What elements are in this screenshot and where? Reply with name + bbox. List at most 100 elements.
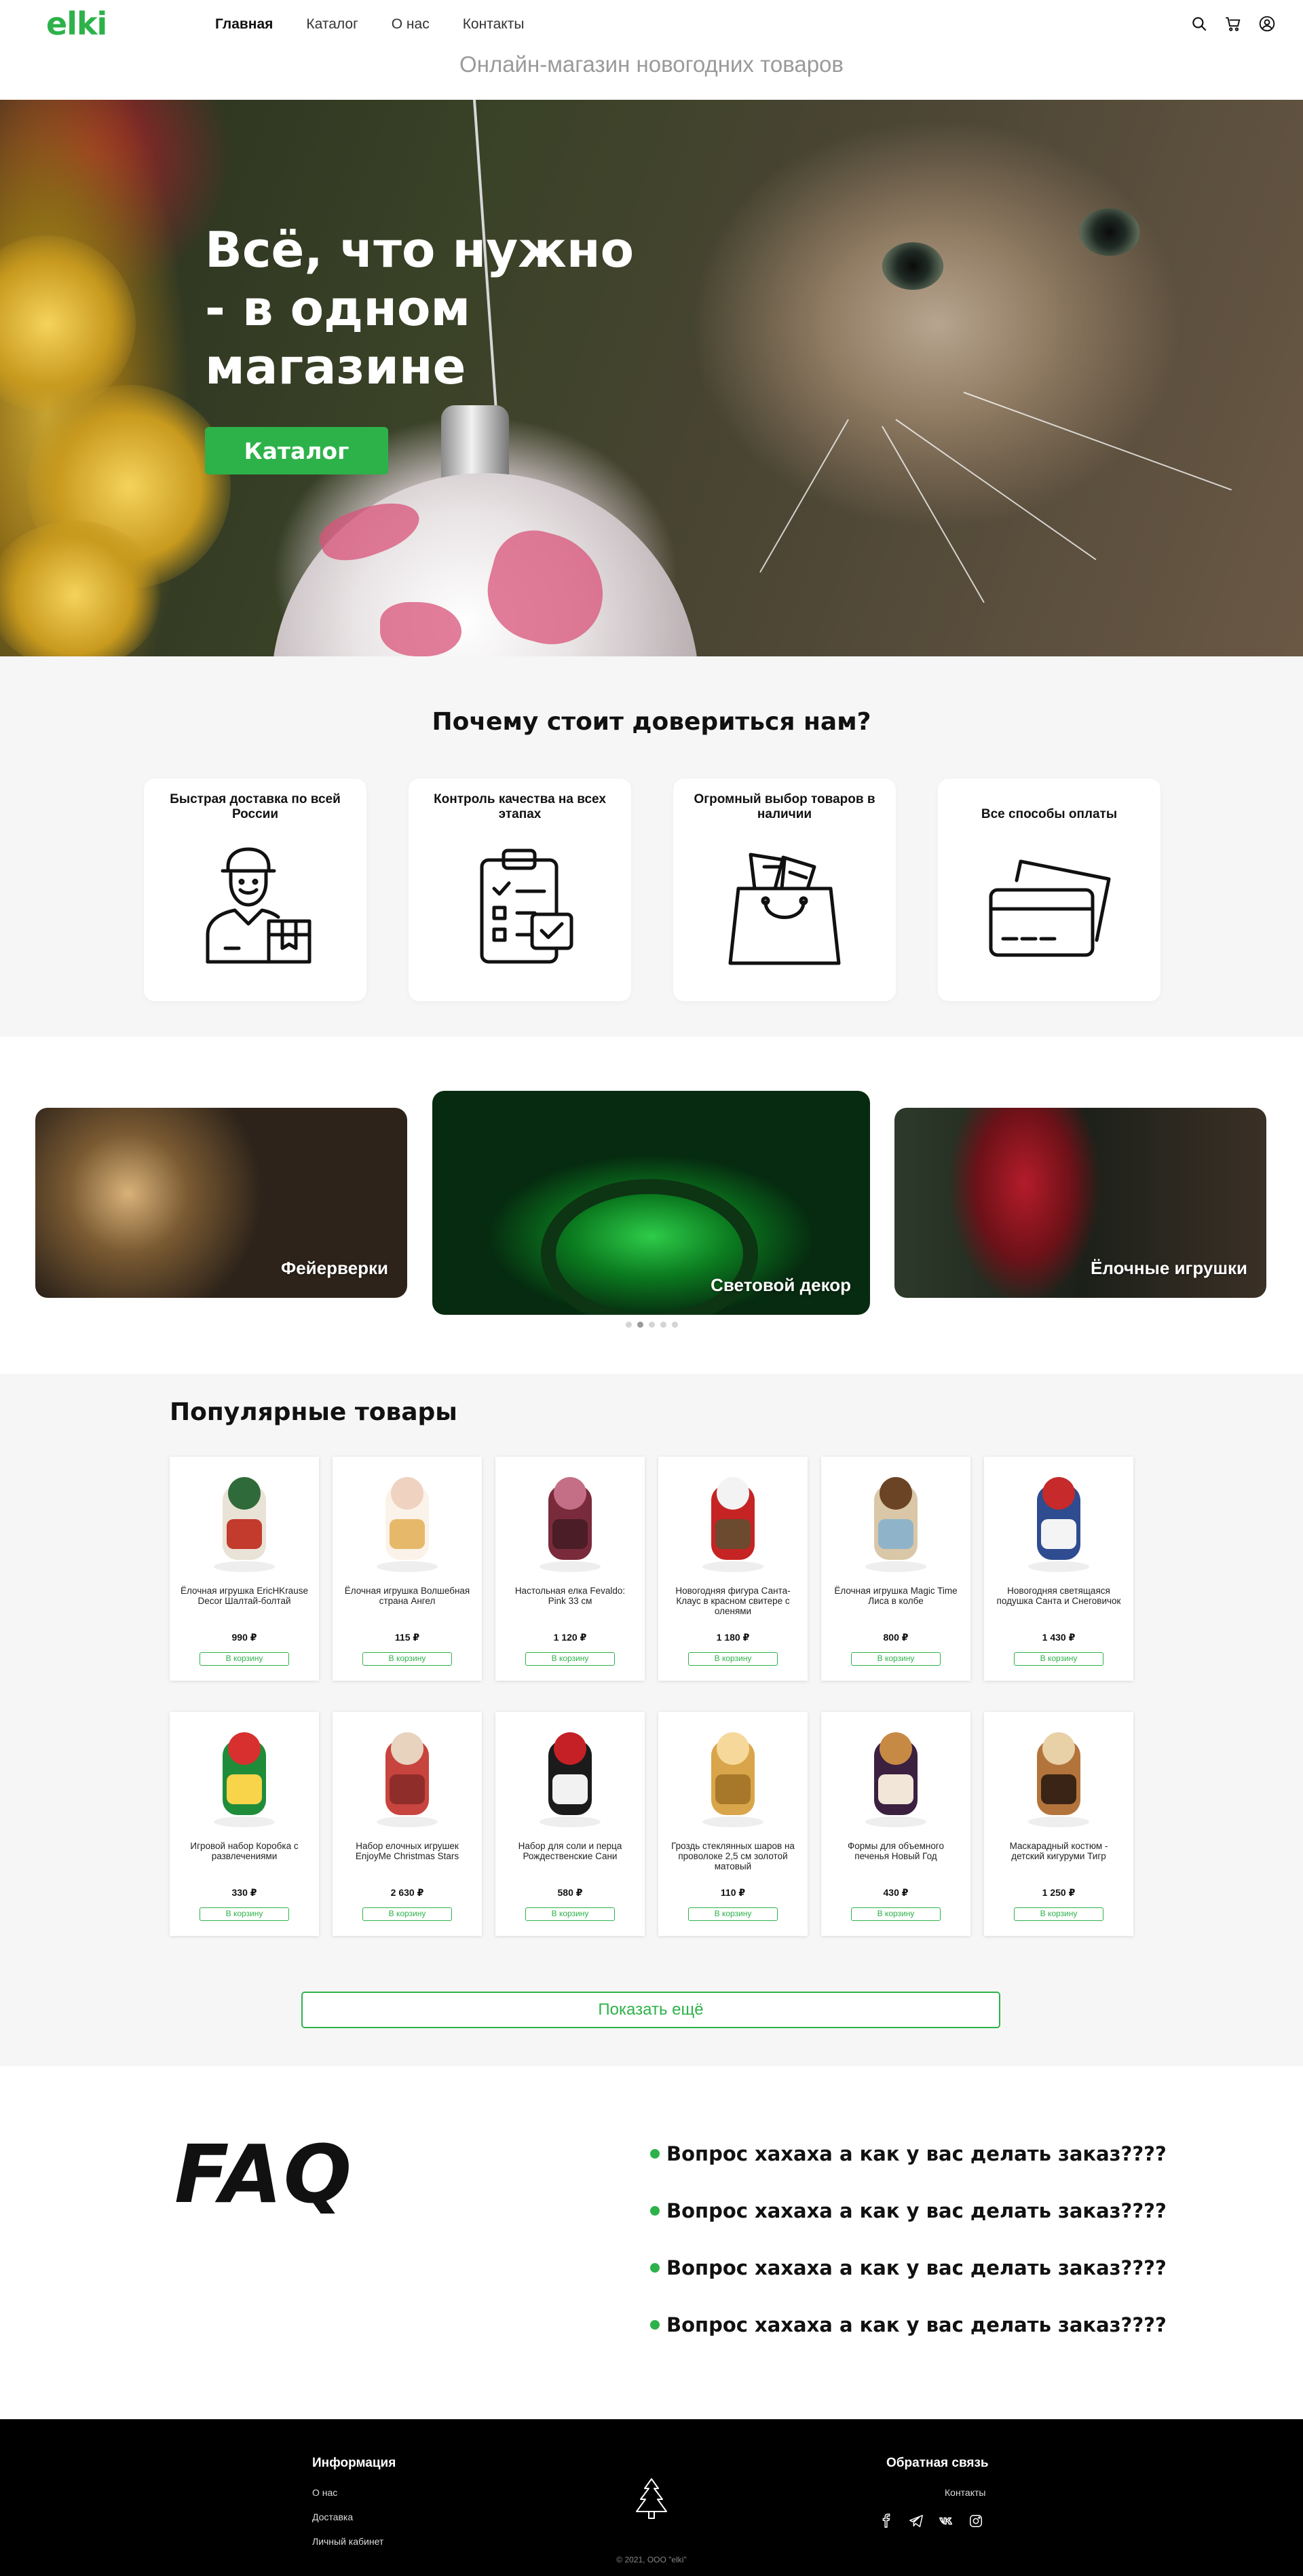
product-name[interactable]: Ёлочная игрушка Magic Time Лиса в колбе bbox=[831, 1586, 961, 1618]
nav-item-contacts[interactable]: Контакты bbox=[463, 16, 525, 33]
nutcracker-toy-image[interactable] bbox=[197, 1465, 292, 1577]
santa-figure-image[interactable] bbox=[685, 1465, 780, 1577]
nav-item-catalog[interactable]: Каталог bbox=[306, 16, 358, 33]
santa-pillow-image[interactable] bbox=[1011, 1465, 1106, 1577]
add-to-cart-button[interactable]: В корзину bbox=[851, 1907, 941, 1921]
footer-feedback-title: Обратная связь bbox=[886, 2456, 989, 2470]
product-name[interactable]: Новогодняя светящаяся подушка Санта и Сн… bbox=[994, 1586, 1124, 1618]
telegram-icon[interactable] bbox=[909, 2514, 924, 2528]
product-card[interactable]: Гроздь стеклянных шаров на проволоке 2,5… bbox=[658, 1712, 808, 1936]
faq-question[interactable]: Вопрос хахаха а как у вас делать заказ??… bbox=[650, 2199, 1167, 2222]
add-to-cart-button[interactable]: В корзину bbox=[200, 1907, 289, 1921]
slide-tree-toys[interactable]: Ёлочные игрушки bbox=[894, 1108, 1266, 1298]
slide-label: Ёлочные игрушки bbox=[1091, 1258, 1247, 1278]
add-to-cart-button[interactable]: В корзину bbox=[362, 1907, 452, 1921]
product-name[interactable]: Формы для объемного печенья Новый Год bbox=[831, 1841, 961, 1873]
user-icon[interactable] bbox=[1258, 15, 1276, 33]
product-price: 580 ₽ bbox=[557, 1887, 583, 1898]
carousel-dot[interactable] bbox=[625, 1322, 632, 1328]
footer-link-contacts[interactable]: Контакты bbox=[945, 2487, 985, 2498]
add-to-cart-button[interactable]: В корзину bbox=[1014, 1652, 1103, 1666]
feature-title: Огромный выбор товаров в наличии bbox=[694, 792, 875, 821]
faq-question[interactable]: Вопрос хахаха а как у вас делать заказ??… bbox=[650, 2256, 1167, 2279]
game-box-image[interactable] bbox=[197, 1720, 292, 1832]
product-card[interactable]: Настольная елка Fevaldo: Pink 33 см 1 120… bbox=[495, 1457, 645, 1681]
hero-banner: Всё, что нужно - в одном магазине Катало… bbox=[0, 100, 1303, 656]
feature-card-quality: Контроль качества на всех этапах bbox=[409, 779, 631, 1001]
add-to-cart-button[interactable]: В корзину bbox=[362, 1652, 452, 1666]
product-card[interactable]: Игровой набор Коробка с развлечениями 330… bbox=[170, 1712, 319, 1936]
product-name[interactable]: Новогодняя фигура Санта-Клаус в красном … bbox=[668, 1586, 798, 1618]
tiger-costume-image[interactable] bbox=[1011, 1720, 1106, 1832]
feature-card-delivery: Быстрая доставка по всей России bbox=[144, 779, 366, 1001]
footer-link-delivery[interactable]: Доставка bbox=[312, 2512, 353, 2522]
fox-in-flask-image[interactable] bbox=[848, 1465, 943, 1577]
catalog-button[interactable]: Каталог bbox=[205, 427, 388, 474]
product-name[interactable]: Набор для соли и перца Рождественские Са… bbox=[505, 1841, 635, 1873]
slide-light-decor[interactable]: Световой декор bbox=[432, 1091, 870, 1315]
add-to-cart-button[interactable]: В корзину bbox=[200, 1652, 289, 1666]
product-name[interactable]: Настольная елка Fevaldo: Pink 33 см bbox=[505, 1586, 635, 1618]
cookie-molds-image[interactable] bbox=[848, 1720, 943, 1832]
instagram-icon[interactable] bbox=[968, 2514, 983, 2528]
show-more-button[interactable]: Показать ещё bbox=[301, 1992, 1000, 2028]
carousel-dot-active[interactable] bbox=[637, 1322, 643, 1328]
faq-question[interactable]: Вопрос хахаха а как у вас делать заказ??… bbox=[650, 2142, 1167, 2165]
product-price: 990 ₽ bbox=[231, 1632, 257, 1643]
add-to-cart-button[interactable]: В корзину bbox=[688, 1652, 778, 1666]
product-card[interactable]: Набор елочных игрушек EnjoyMe Christmas … bbox=[333, 1712, 482, 1936]
product-name[interactable]: Набор елочных игрушек EnjoyMe Christmas … bbox=[342, 1841, 472, 1873]
pink-tree-image[interactable] bbox=[523, 1465, 618, 1577]
product-name[interactable]: Гроздь стеклянных шаров на проволоке 2,5… bbox=[668, 1841, 798, 1873]
add-to-cart-button[interactable]: В корзину bbox=[525, 1907, 615, 1921]
product-name[interactable]: Ёлочная игрушка EricHKrause Decor Шалтай… bbox=[179, 1586, 309, 1618]
add-to-cart-button[interactable]: В корзину bbox=[851, 1652, 941, 1666]
footer-link-account[interactable]: Личный кабинет bbox=[312, 2536, 383, 2547]
slide-fireworks[interactable]: Фейерверки bbox=[35, 1108, 407, 1298]
cat-eye bbox=[882, 242, 943, 290]
add-to-cart-button[interactable]: В корзину bbox=[1014, 1907, 1103, 1921]
product-card[interactable]: Ёлочная игрушка EricHKrause Decor Шалтай… bbox=[170, 1457, 319, 1681]
product-card[interactable]: Ёлочная игрушка Волшебная страна Ангел 11… bbox=[333, 1457, 482, 1681]
carousel-dot[interactable] bbox=[671, 1322, 678, 1328]
main-nav: Главная Каталог О нас Контакты bbox=[215, 16, 524, 33]
salt-pepper-sleigh-image[interactable] bbox=[523, 1720, 618, 1832]
facebook-icon[interactable] bbox=[879, 2514, 894, 2528]
search-icon[interactable] bbox=[1190, 15, 1208, 33]
product-name[interactable]: Игровой набор Коробка с развлечениями bbox=[179, 1841, 309, 1873]
slide-label: Фейерверки bbox=[281, 1258, 388, 1278]
product-card[interactable]: Ёлочная игрушка Magic Time Лиса в колбе 8… bbox=[821, 1457, 970, 1681]
cart-icon[interactable] bbox=[1224, 15, 1242, 33]
copyright: © 2021, ООО "elki" bbox=[616, 2555, 687, 2564]
product-card[interactable]: Новогодняя фигура Санта-Клаус в красном … bbox=[658, 1457, 808, 1681]
nav-item-about[interactable]: О нас bbox=[392, 16, 430, 33]
add-to-cart-button[interactable]: В корзину bbox=[688, 1907, 778, 1921]
popular-products: Популярные товары Ёлочная игрушка EricHK… bbox=[0, 1374, 1303, 2066]
cat-whisker bbox=[963, 392, 1232, 491]
product-card[interactable]: Новогодняя светящаяся подушка Санта и Сн… bbox=[984, 1457, 1133, 1681]
section-title: Популярные товары bbox=[170, 1398, 457, 1426]
social-links bbox=[879, 2514, 983, 2528]
bullet-icon bbox=[650, 2320, 660, 2330]
why-us-section: Почему стоит довериться нам? Быстрая дос… bbox=[0, 656, 1303, 1037]
product-name[interactable]: Маскарадный костюм - детский кигуруми Ти… bbox=[994, 1841, 1124, 1873]
angel-toy-image[interactable] bbox=[360, 1465, 455, 1577]
vk-icon[interactable] bbox=[939, 2514, 953, 2528]
carousel-dot[interactable] bbox=[648, 1322, 655, 1328]
product-card[interactable]: Формы для объемного печенья Новый Год 430… bbox=[821, 1712, 970, 1936]
logo[interactable]: elki bbox=[46, 5, 107, 42]
feature-title: Все способы оплаты bbox=[981, 807, 1118, 821]
tree-icon bbox=[636, 2478, 667, 2519]
bullet-icon bbox=[650, 2206, 660, 2216]
carousel-dots bbox=[0, 1322, 1303, 1328]
add-to-cart-button[interactable]: В корзину bbox=[525, 1652, 615, 1666]
product-name[interactable]: Ёлочная игрушка Волшебная страна Ангел bbox=[342, 1586, 472, 1618]
product-card[interactable]: Маскарадный костюм - детский кигуруми Ти… bbox=[984, 1712, 1133, 1936]
star-ornaments-image[interactable] bbox=[360, 1720, 455, 1832]
product-card[interactable]: Набор для соли и перца Рождественские Са… bbox=[495, 1712, 645, 1936]
footer-link-about[interactable]: О нас bbox=[312, 2487, 337, 2498]
faq-question[interactable]: Вопрос хахаха а как у вас делать заказ??… bbox=[650, 2313, 1167, 2336]
golden-balls-image[interactable] bbox=[685, 1720, 780, 1832]
nav-item-home[interactable]: Главная bbox=[215, 16, 273, 33]
carousel-dot[interactable] bbox=[660, 1322, 666, 1328]
